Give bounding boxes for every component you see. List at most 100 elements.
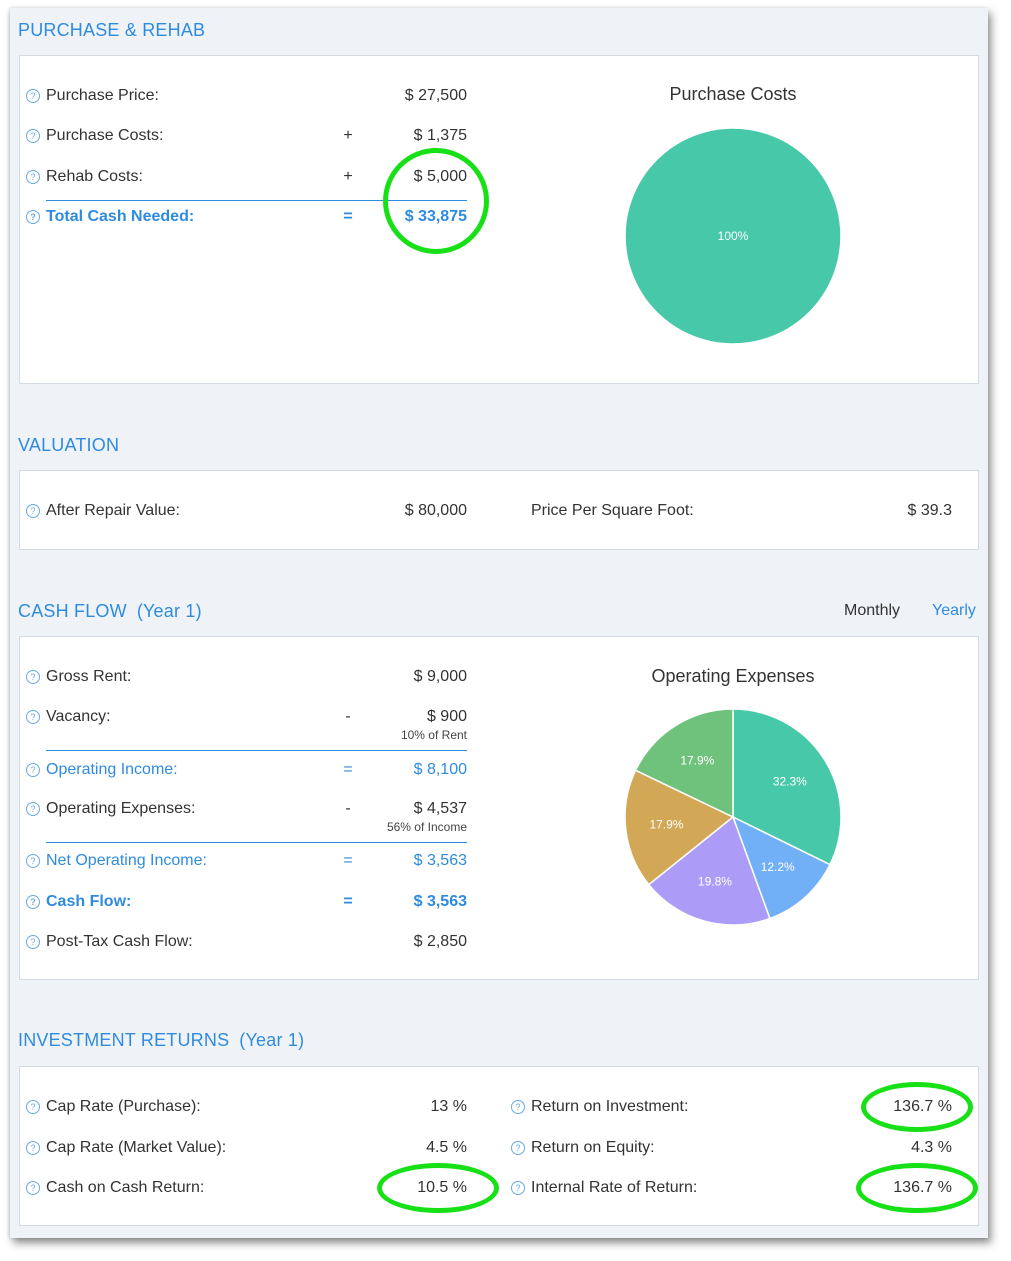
toggle-yearly[interactable]: Yearly bbox=[932, 602, 976, 620]
section-title-text: VALUATION bbox=[18, 435, 120, 455]
help-icon[interactable]: ? bbox=[511, 1141, 525, 1155]
cashflow-row: ? Gross Rent: $ 9,000 bbox=[20, 668, 467, 690]
help-icon[interactable]: ? bbox=[26, 504, 40, 518]
section-title-text: PURCHASE & REHAB bbox=[18, 20, 206, 40]
row-value: $ 4,537 bbox=[413, 800, 467, 817]
help-icon[interactable]: ? bbox=[26, 710, 40, 724]
help-icon[interactable]: ? bbox=[26, 670, 40, 684]
purchase-panel: ? Purchase Price: $ 27,500 ? Purchase Co… bbox=[19, 55, 979, 384]
row-value: $ 3,563 bbox=[413, 893, 467, 910]
highlight-circle bbox=[383, 148, 489, 254]
chart-title: Purchase Costs bbox=[669, 84, 797, 104]
purchase-row: ? Purchase Price: $ 27,500 bbox=[20, 87, 467, 109]
help-icon[interactable]: ? bbox=[26, 1181, 40, 1195]
purchase-row: ? Purchase Costs: + $ 1,375 bbox=[20, 127, 467, 149]
row-operator: = bbox=[343, 852, 353, 869]
row-label: Return on Equity: bbox=[531, 1139, 655, 1156]
row-operator: - bbox=[345, 708, 351, 725]
subtotal-divider bbox=[46, 750, 467, 751]
row-label: Purchase Price: bbox=[46, 87, 159, 104]
help-icon[interactable]: ? bbox=[26, 170, 40, 184]
returns-panel: ? Cap Rate (Purchase): 13 % ? Cap Rate (… bbox=[19, 1066, 979, 1226]
highlight-ellipse bbox=[861, 1082, 973, 1132]
row-label: After Repair Value: bbox=[46, 502, 180, 519]
valuation-row: Price Per Square Foot: $ 39.3 bbox=[531, 502, 952, 524]
row-value: $ 27,500 bbox=[404, 87, 467, 104]
row-value: $ 39.3 bbox=[907, 502, 952, 519]
cashflow-row: ? Operating Income: = $ 8,100 bbox=[20, 761, 467, 783]
purchase-costs-pie-chart: 100% bbox=[624, 127, 842, 345]
cashflow-panel: ? Gross Rent: $ 9,000 ? Vacancy: - $ 900… bbox=[19, 636, 979, 980]
row-value: $ 1,375 bbox=[413, 127, 467, 144]
row-operator: = bbox=[343, 893, 353, 910]
returns-row: ? Return on Equity: 4.3 % bbox=[505, 1139, 952, 1161]
subtotal-divider bbox=[46, 842, 467, 843]
row-operator: = bbox=[343, 208, 353, 225]
row-label: Cash Flow: bbox=[46, 893, 132, 910]
row-label: Net Operating Income: bbox=[46, 852, 207, 869]
pie-slice-label: 12.2% bbox=[761, 860, 795, 874]
cashflow-row: ? Net Operating Income: = $ 3,563 bbox=[20, 852, 467, 874]
highlight-ellipse bbox=[377, 1163, 499, 1213]
highlight-ellipse bbox=[856, 1163, 978, 1213]
row-value: 4.5 % bbox=[426, 1139, 467, 1156]
row-label: Price Per Square Foot: bbox=[531, 502, 694, 519]
cashflow-row: ? Post-Tax Cash Flow: $ 2,850 bbox=[20, 933, 467, 955]
cashflow-row: ? Operating Expenses: - $ 4,537 56% of I… bbox=[20, 800, 467, 834]
returns-row: ? Cap Rate (Purchase): 13 % bbox=[20, 1098, 467, 1120]
help-icon[interactable]: ? bbox=[511, 1100, 525, 1114]
row-operator: + bbox=[343, 127, 353, 144]
help-icon[interactable]: ? bbox=[26, 1100, 40, 1114]
row-value: $ 2,850 bbox=[413, 933, 467, 950]
row-label: Return on Investment: bbox=[531, 1098, 689, 1115]
row-value: $ 900 bbox=[426, 708, 467, 725]
help-icon[interactable]: ? bbox=[26, 1141, 40, 1155]
row-note: 56% of Income bbox=[386, 820, 467, 834]
returns-row: ? Cap Rate (Market Value): 4.5 % bbox=[20, 1139, 467, 1161]
section-subtitle: (Year 1) bbox=[136, 601, 202, 621]
pie-slice-label: 17.9% bbox=[649, 818, 683, 832]
help-icon[interactable]: ? bbox=[26, 89, 40, 103]
help-icon[interactable]: ? bbox=[26, 802, 40, 816]
row-label: Operating Income: bbox=[46, 761, 178, 778]
pie-slice-label: 32.3% bbox=[773, 775, 807, 789]
cashflow-row: ? Vacancy: - $ 900 10% of Rent bbox=[20, 708, 467, 742]
row-label: Gross Rent: bbox=[46, 668, 132, 685]
help-icon[interactable]: ? bbox=[26, 935, 40, 949]
row-label: Cash on Cash Return: bbox=[46, 1179, 205, 1196]
valuation-row: ? After Repair Value: $ 80,000 bbox=[20, 502, 467, 524]
row-note: 10% of Rent bbox=[400, 728, 467, 742]
pie-slice-label: 17.9% bbox=[680, 753, 714, 767]
row-label: Purchase Costs: bbox=[46, 127, 164, 144]
row-operator: + bbox=[343, 168, 353, 185]
row-value: 13 % bbox=[430, 1098, 467, 1115]
section-title-text: INVESTMENT RETURNS bbox=[18, 1030, 230, 1050]
section-title-returns: INVESTMENT RETURNS (Year 1) bbox=[18, 1030, 304, 1051]
row-value: $ 8,100 bbox=[413, 761, 467, 778]
row-label: Vacancy: bbox=[46, 708, 111, 725]
help-icon[interactable]: ? bbox=[511, 1181, 525, 1195]
help-icon[interactable]: ? bbox=[26, 763, 40, 777]
row-label: Cap Rate (Purchase): bbox=[46, 1098, 201, 1115]
pie-slice-label: 100% bbox=[718, 229, 749, 243]
operating-expenses-pie-chart: 32.3% 12.2% 19.8% 17.9% 17.9% bbox=[624, 708, 842, 926]
valuation-panel: ? After Repair Value: $ 80,000 Price Per… bbox=[19, 470, 979, 550]
section-title-valuation: VALUATION bbox=[18, 435, 119, 456]
chart-title: Operating Expenses bbox=[651, 666, 815, 686]
section-subtitle: (Year 1) bbox=[239, 1030, 305, 1050]
row-operator: = bbox=[343, 761, 353, 778]
row-label: Cap Rate (Market Value): bbox=[46, 1139, 227, 1156]
row-value: $ 9,000 bbox=[413, 668, 467, 685]
help-icon[interactable]: ? bbox=[26, 854, 40, 868]
section-title-purchase: PURCHASE & REHAB bbox=[18, 20, 205, 41]
analysis-report: PURCHASE & REHAB ? Purchase Price: $ 27,… bbox=[10, 8, 988, 1238]
row-value: $ 3,563 bbox=[413, 852, 467, 869]
row-value: $ 80,000 bbox=[404, 502, 467, 519]
toggle-monthly[interactable]: Monthly bbox=[844, 602, 900, 620]
row-operator: - bbox=[345, 800, 351, 817]
help-icon[interactable]: ? bbox=[26, 210, 40, 224]
row-label: Post-Tax Cash Flow: bbox=[46, 933, 193, 950]
row-label: Total Cash Needed: bbox=[46, 208, 195, 225]
help-icon[interactable]: ? bbox=[26, 895, 40, 909]
help-icon[interactable]: ? bbox=[26, 129, 40, 143]
